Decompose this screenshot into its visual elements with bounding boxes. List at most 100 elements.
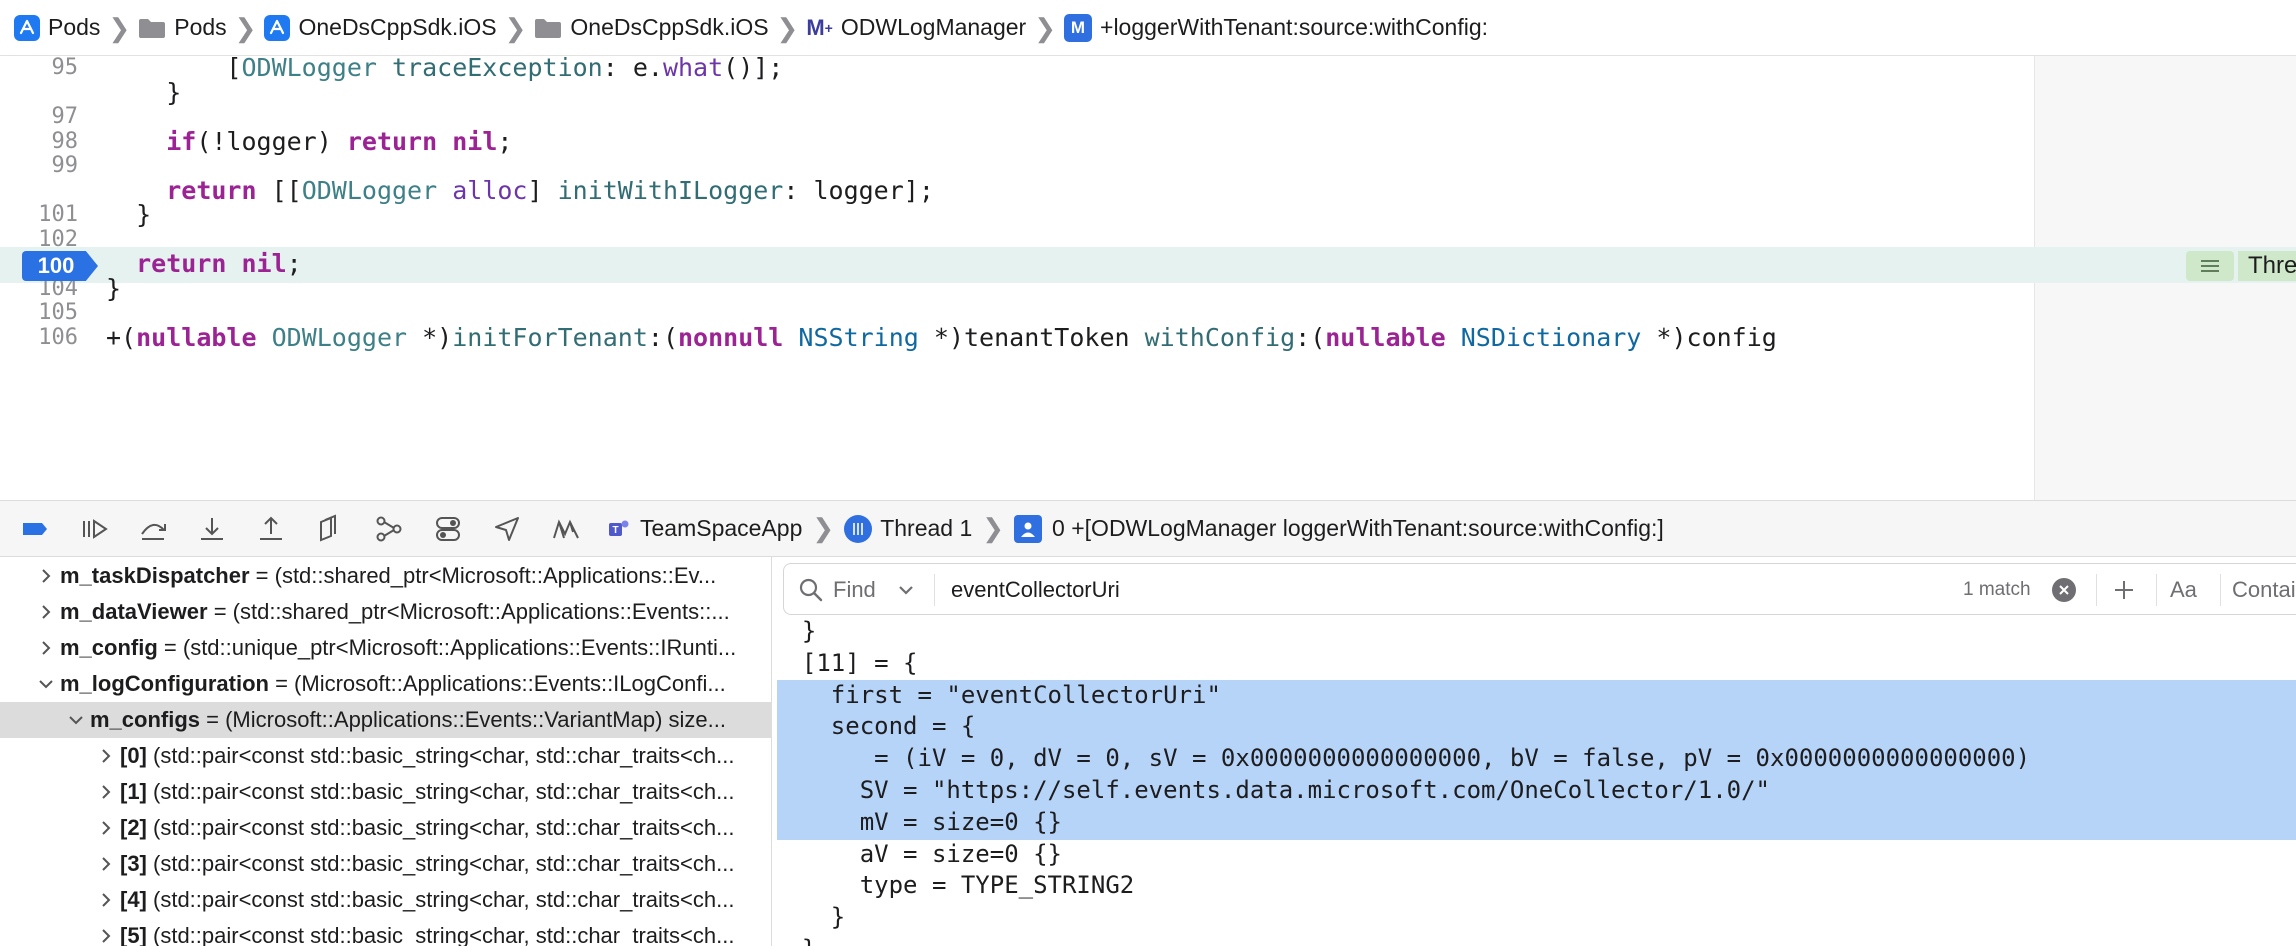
variable-value: (std::pair<const std::basic_string<char,… <box>146 743 735 768</box>
variable-name: m_dataViewer <box>60 599 208 624</box>
variable-row[interactable]: [0] (std::pair<const std::basic_string<c… <box>0 738 771 774</box>
find-input[interactable] <box>951 564 1911 616</box>
variable-value: (std::pair<const std::basic_string<char,… <box>146 779 735 804</box>
breadcrumb-label: ODWLogManager <box>840 14 1027 40</box>
code-token: ODWLogger <box>271 323 408 352</box>
variable-text: [2] (std::pair<const std::basic_string<c… <box>120 810 734 846</box>
breadcrumb-folder[interactable]: OneDsCppSdk.iOS <box>534 0 769 56</box>
thread-indicator-icon[interactable] <box>2186 251 2234 281</box>
variable-text: m_logConfiguration = (Microsoft::Applica… <box>60 666 726 702</box>
breadcrumb-pods-project[interactable]: Pods <box>14 0 100 56</box>
chevron-down-icon <box>898 584 914 596</box>
breadcrumb-class[interactable]: M + ODWLogManager <box>806 0 1026 56</box>
variable-value: (std::pair<const std::basic_string<char,… <box>146 815 735 840</box>
chevron-right-icon[interactable] <box>96 846 116 882</box>
variable-name: [0] <box>120 743 147 768</box>
chevron-right-icon[interactable] <box>96 810 116 846</box>
console-line: type = TYPE_STRING2 <box>773 871 1135 900</box>
thread-indicator-label[interactable]: Thre <box>2238 251 2296 281</box>
variable-row[interactable]: m_logConfiguration = (Microsoft::Applica… <box>0 666 771 702</box>
find-mode-select[interactable]: Find <box>833 564 914 616</box>
environment-overrides-icon[interactable] <box>431 512 465 546</box>
code-token: *) <box>407 323 453 352</box>
variable-row[interactable]: [1] (std::pair<const std::basic_string<c… <box>0 774 771 810</box>
step-over-icon[interactable] <box>136 512 170 546</box>
teams-app-icon: T <box>608 518 630 540</box>
code-token: NSDictionary <box>1460 323 1642 352</box>
method-icon: M <box>1064 13 1093 42</box>
frame-label: 0 +[ODWLogManager loggerWithTenant:sourc… <box>1052 515 1664 541</box>
code-token: NSString <box>798 323 919 352</box>
variable-row[interactable]: [2] (std::pair<const std::basic_string<c… <box>0 810 771 846</box>
console-line: first = "eventCollectorUri" <box>773 680 1221 709</box>
chevron-right-icon: ❯ <box>108 12 131 43</box>
frame-selector[interactable]: 0 +[ODWLogManager loggerWithTenant:sourc… <box>1014 514 1664 543</box>
app-icon <box>264 14 291 41</box>
find-divider <box>2220 574 2221 606</box>
chevron-right-icon[interactable] <box>36 558 56 594</box>
variable-row[interactable]: m_taskDispatcher = (std::shared_ptr<Micr… <box>0 558 771 594</box>
breadcrumb-method[interactable]: M +loggerWithTenant:source:withConfig: <box>1064 0 1488 56</box>
chevron-down-icon[interactable] <box>36 666 56 702</box>
step-out-icon[interactable] <box>254 512 288 546</box>
breadcrumb-pods-group[interactable]: Pods <box>138 0 227 56</box>
chevron-right-icon: ❯ <box>1034 12 1057 43</box>
console-line: } <box>773 617 817 645</box>
chevron-right-icon[interactable] <box>96 774 116 810</box>
continue-icon[interactable] <box>77 512 111 546</box>
variable-row[interactable]: m_config = (std::unique_ptr<Microsoft::A… <box>0 630 771 666</box>
match-case-button[interactable]: Aa <box>2170 564 2197 616</box>
code-editor[interactable]: 95 [ODWLogger traceException: e.what()];… <box>0 56 2296 500</box>
variable-row[interactable]: m_dataViewer = (std::shared_ptr<Microsof… <box>0 594 771 630</box>
console-line: SV = "https://self.events.data.microsoft… <box>773 776 1770 804</box>
chevron-right-icon[interactable] <box>96 918 116 946</box>
thread-selector[interactable]: Thread 1 <box>844 514 972 543</box>
breadcrumb-label: OneDsCppSdk.iOS <box>298 14 497 40</box>
chevron-down-icon[interactable] <box>66 702 86 738</box>
memory-graph-icon[interactable] <box>372 512 406 546</box>
variable-text: m_dataViewer = (std::shared_ptr<Microsof… <box>60 594 730 630</box>
app-target[interactable]: T TeamSpaceApp <box>608 515 802 542</box>
chevron-right-icon[interactable] <box>96 882 116 918</box>
method-plus-icon: M + <box>806 14 833 40</box>
variable-name: [4] <box>120 887 147 912</box>
variable-text: [5] (std::pair<const std::basic_string<c… <box>120 918 734 946</box>
variable-text: m_configs = (Microsoft::Applications::Ev… <box>90 702 726 738</box>
metal-capture-icon[interactable] <box>549 512 583 546</box>
variable-row[interactable]: m_configs = (Microsoft::Applications::Ev… <box>0 702 771 738</box>
code-token: *)config <box>1641 323 1777 352</box>
app-icon <box>14 14 40 41</box>
chevron-right-icon: ❯ <box>234 12 257 43</box>
add-pattern-icon[interactable] <box>2110 576 2138 604</box>
console-line: aV = size=0 {} <box>773 839 1062 868</box>
chevron-right-icon[interactable] <box>96 738 116 774</box>
console-line: } <box>773 933 2296 946</box>
step-into-icon[interactable] <box>195 512 229 546</box>
variable-text: [1] (std::pair<const std::basic_string<c… <box>120 774 734 810</box>
code-line[interactable]: 106 +(nullable ODWLogger *)initForTenant:… <box>0 320 2034 356</box>
variables-view[interactable]: m_taskDispatcher = (std::shared_ptr<Micr… <box>0 557 772 946</box>
breakpoint-marker[interactable]: 100 <box>22 251 98 281</box>
svg-text:T: T <box>612 525 618 536</box>
chevron-right-icon[interactable] <box>36 630 56 666</box>
breadcrumb-target[interactable]: OneDsCppSdk.iOS <box>264 0 497 56</box>
variable-value: = (std::unique_ptr<Microsoft::Applicatio… <box>157 635 737 660</box>
simulate-location-icon[interactable] <box>490 512 524 546</box>
find-divider <box>2096 574 2097 606</box>
console-line: second = { <box>773 712 976 741</box>
variable-value: = (Microsoft::Applications::Events::ILog… <box>268 671 726 696</box>
find-divider <box>2156 574 2157 606</box>
variable-row[interactable]: [4] (std::pair<const std::basic_string<c… <box>0 882 771 918</box>
debug-console[interactable]: Find 1 match Aa Contair } [11] = { first… <box>773 557 2296 946</box>
variable-value: (std::pair<const std::basic_string<char,… <box>146 887 735 912</box>
view-hierarchy-icon[interactable] <box>313 512 347 546</box>
variable-row[interactable]: [5] (std::pair<const std::basic_string<c… <box>0 918 771 946</box>
breakpoints-toggle-icon[interactable] <box>18 512 52 546</box>
debug-bar: T TeamSpaceApp ❯ Thread 1 ❯ 0 +[ODWLogMa… <box>0 500 2296 557</box>
chevron-right-icon[interactable] <box>36 594 56 630</box>
variable-row[interactable]: [3] (std::pair<const std::basic_string<c… <box>0 846 771 882</box>
clear-search-icon[interactable] <box>2052 578 2076 602</box>
match-mode-button[interactable]: Contair <box>2232 564 2296 616</box>
